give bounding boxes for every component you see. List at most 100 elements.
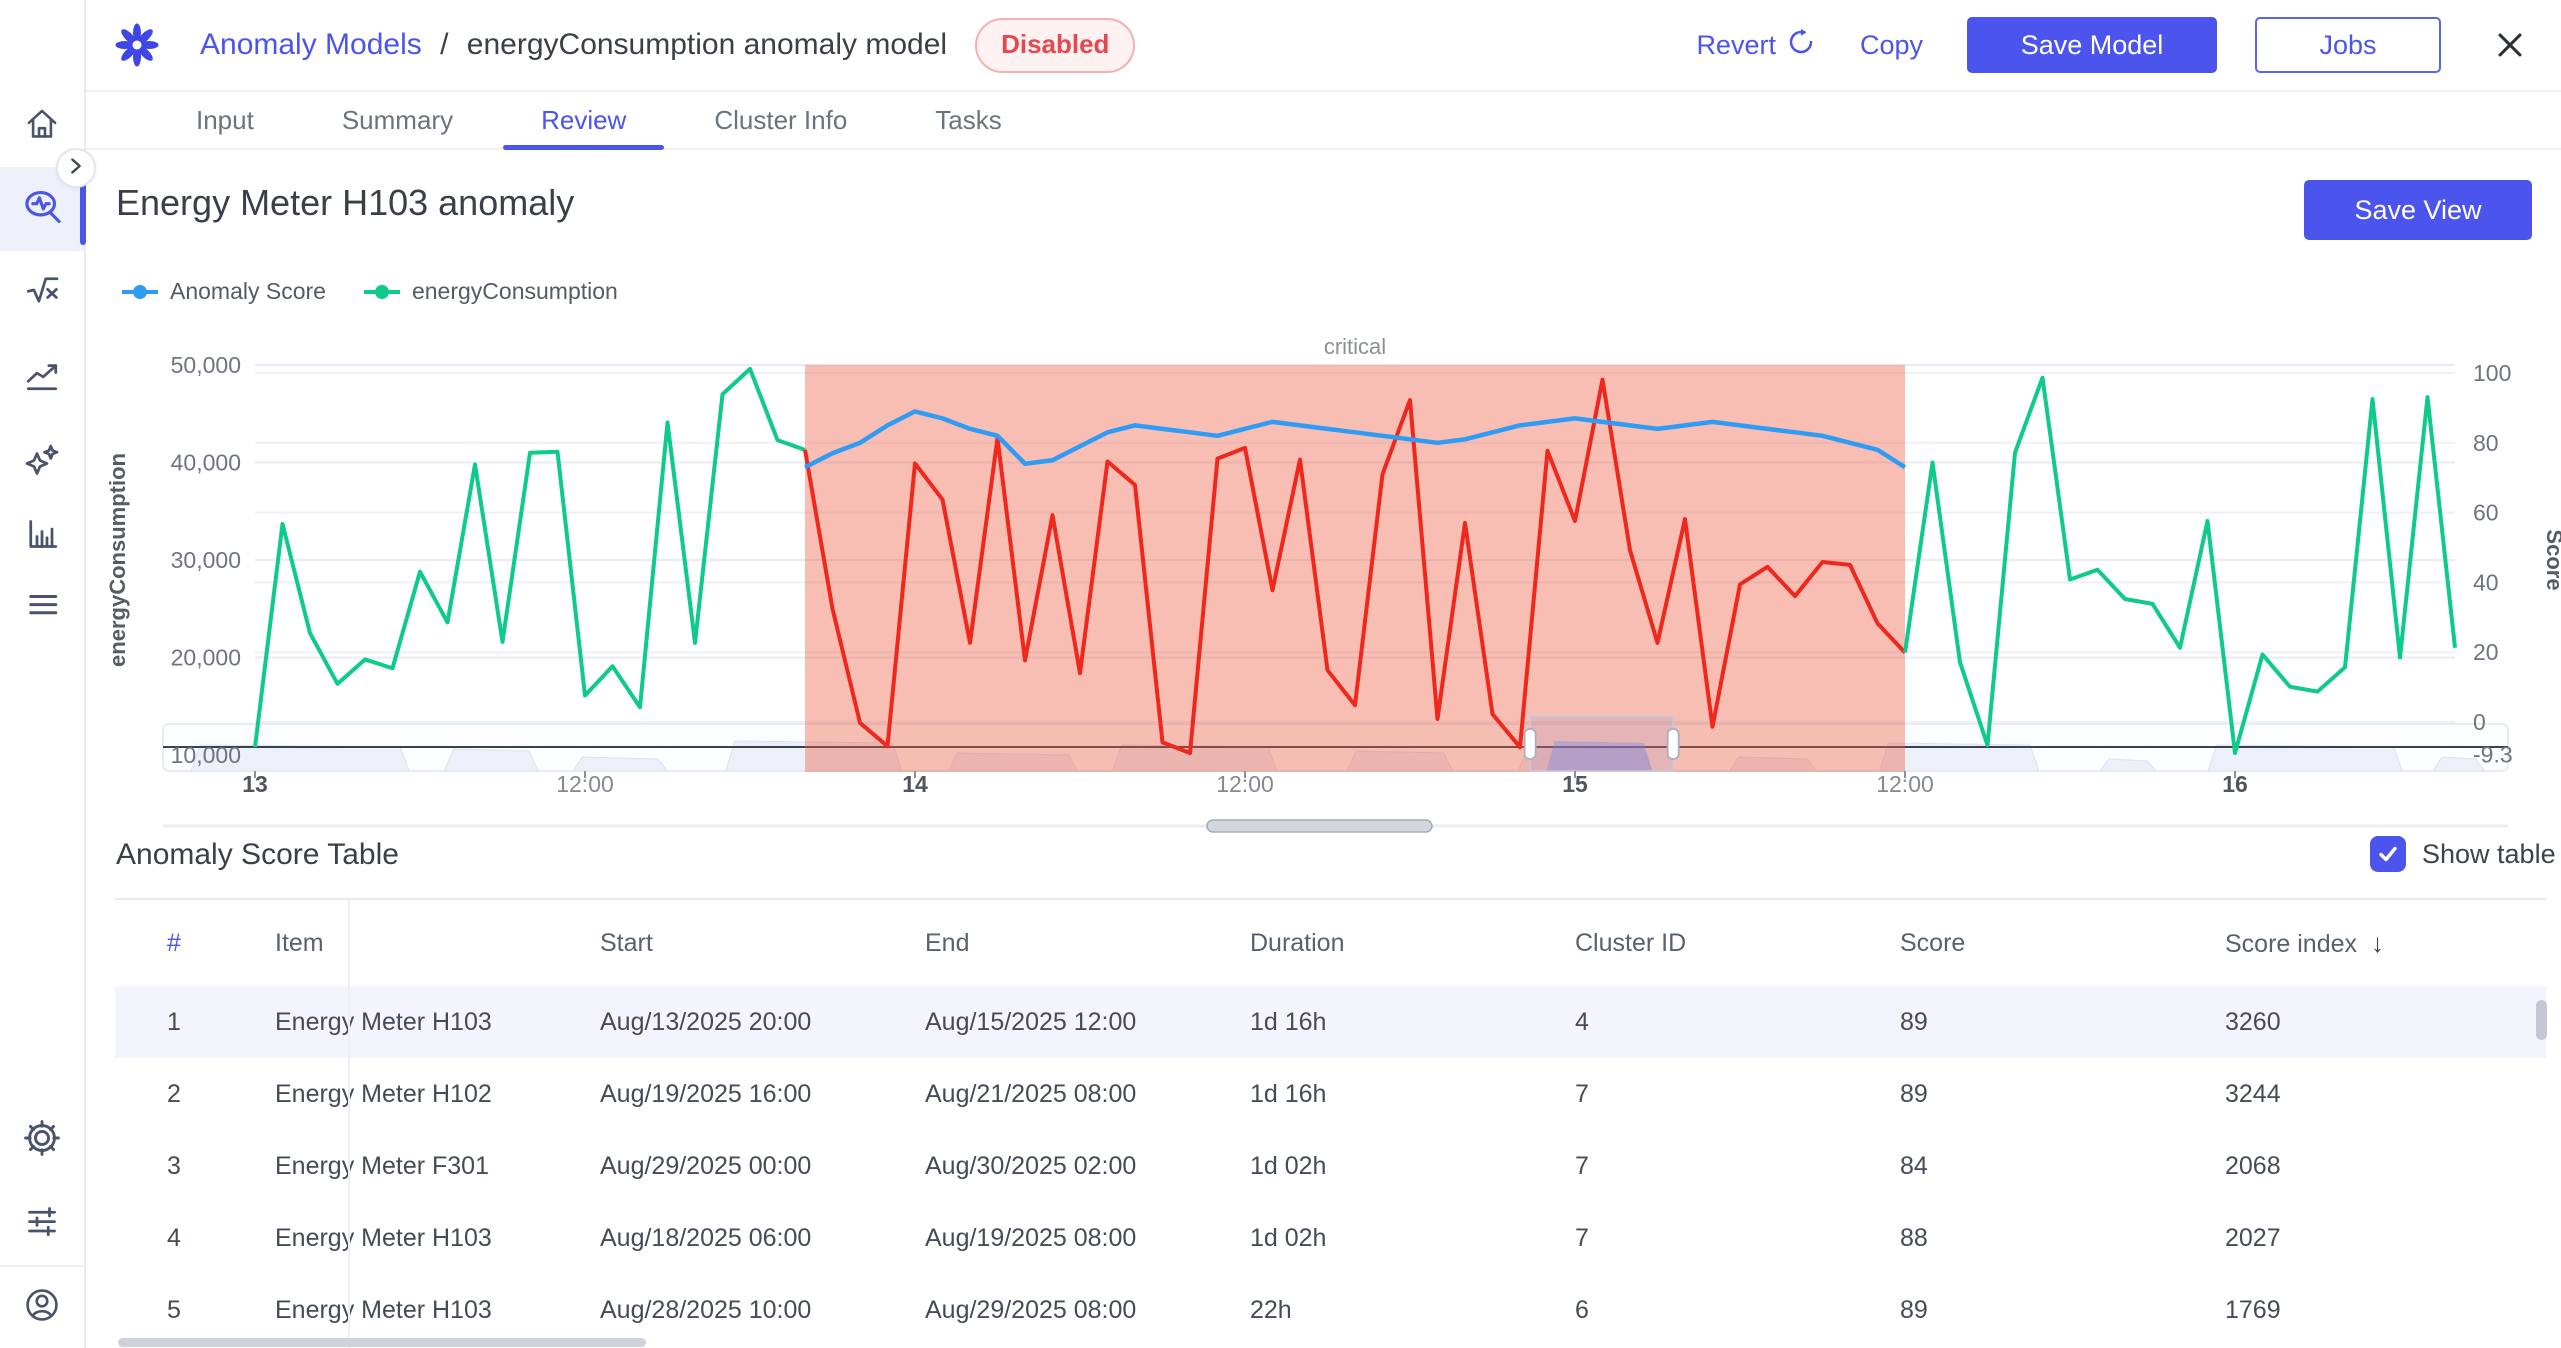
user-icon bbox=[21, 1284, 63, 1331]
svg-text:12:00: 12:00 bbox=[1216, 771, 1274, 797]
tab-tasks[interactable]: Tasks bbox=[891, 92, 1045, 148]
gear-icon bbox=[21, 1117, 63, 1164]
show-table-toggle[interactable]: Show table bbox=[2370, 836, 2556, 872]
tab-bar: InputSummaryReviewCluster InfoTasks bbox=[86, 92, 2561, 150]
anomaly-score-table: #ItemStartEndDurationCluster IDScoreScor… bbox=[115, 898, 2546, 1348]
column-header-duration[interactable]: Duration bbox=[1208, 929, 1533, 958]
status-badge: Disabled bbox=[975, 18, 1135, 73]
table-cell: Aug/18/2025 06:00 bbox=[558, 1224, 883, 1253]
table-cell: 1769 bbox=[2183, 1296, 2546, 1325]
header: Anomaly Models / energyConsumption anoma… bbox=[86, 0, 2561, 92]
table-cell: 2 bbox=[115, 1080, 233, 1109]
table-cell: Energy Meter H102 bbox=[233, 1080, 558, 1109]
legend-item[interactable]: energyConsumption bbox=[362, 278, 618, 305]
trend-chart-icon bbox=[22, 355, 62, 400]
sidebar-item-insights[interactable] bbox=[0, 431, 84, 495]
svg-text:13: 13 bbox=[242, 771, 268, 797]
revert-button[interactable]: Revert bbox=[1696, 27, 1816, 64]
table-cell: Aug/13/2025 20:00 bbox=[558, 1008, 883, 1037]
table-row[interactable]: 2Energy Meter H102Aug/19/2025 16:00Aug/2… bbox=[115, 1058, 2546, 1130]
column-header-cluster-id[interactable]: Cluster ID bbox=[1533, 929, 1858, 958]
sidebar-item-functions[interactable] bbox=[0, 260, 84, 324]
save-view-button[interactable]: Save View bbox=[2304, 180, 2532, 240]
table-cell: 1d 16h bbox=[1208, 1008, 1533, 1037]
tab-input[interactable]: Input bbox=[152, 92, 298, 148]
sidebar-item-reports[interactable] bbox=[0, 504, 84, 568]
column-header-end[interactable]: End bbox=[883, 929, 1208, 958]
show-table-checkbox[interactable] bbox=[2370, 836, 2406, 872]
svg-text:12:00: 12:00 bbox=[556, 771, 614, 797]
breadcrumb-separator: / bbox=[440, 28, 448, 61]
tab-review[interactable]: Review bbox=[497, 92, 670, 148]
legend-marker-icon bbox=[362, 284, 402, 300]
table-cell: 6 bbox=[1533, 1296, 1858, 1325]
table-cell: Aug/21/2025 08:00 bbox=[883, 1080, 1208, 1109]
copy-button[interactable]: Copy bbox=[1860, 30, 1923, 61]
column-header-score-index[interactable]: Score index↓ bbox=[2183, 928, 2546, 959]
save-model-button[interactable]: Save Model bbox=[1967, 17, 2217, 73]
svg-text:-9.3: -9.3 bbox=[2473, 741, 2513, 767]
table-vertical-scrollbar[interactable] bbox=[2536, 1000, 2547, 1040]
chart-horizontal-scrollbar[interactable] bbox=[1207, 820, 1432, 832]
page-title: Energy Meter H103 anomaly bbox=[116, 182, 574, 224]
sidebar-item-settings[interactable] bbox=[0, 1108, 84, 1172]
chart-legend: Anomaly Score energyConsumption bbox=[120, 278, 618, 305]
sidebar-item-account[interactable] bbox=[0, 1275, 84, 1339]
table-cell: Energy Meter H103 bbox=[233, 1008, 558, 1037]
column-header-item[interactable]: Item bbox=[233, 929, 558, 958]
table-cell: 89 bbox=[1858, 1296, 2183, 1325]
table-cell: Aug/30/2025 02:00 bbox=[883, 1152, 1208, 1181]
close-icon[interactable] bbox=[2493, 28, 2527, 62]
sidebar-expand-button[interactable] bbox=[56, 148, 96, 188]
column-header-start[interactable]: Start bbox=[558, 929, 883, 958]
svg-text:0: 0 bbox=[2473, 709, 2486, 735]
breadcrumb-current: energyConsumption anomaly model bbox=[467, 28, 947, 61]
table-cell: 84 bbox=[1858, 1152, 2183, 1181]
table-row[interactable]: 5Energy Meter H103Aug/28/2025 10:00Aug/2… bbox=[115, 1274, 2546, 1346]
anomaly-chart[interactable]: critical10,00020,00030,00040,00050,000en… bbox=[85, 330, 2561, 850]
table-cell: 3244 bbox=[2183, 1080, 2546, 1109]
table-cell: Energy Meter H103 bbox=[233, 1296, 558, 1325]
table-cell: 7 bbox=[1533, 1080, 1858, 1109]
sidebar bbox=[0, 0, 86, 1348]
breadcrumb-link[interactable]: Anomaly Models bbox=[200, 28, 422, 61]
sidebar-item-trends[interactable] bbox=[0, 345, 84, 409]
table-cell: 7 bbox=[1533, 1224, 1858, 1253]
sqrt-icon bbox=[22, 270, 62, 315]
table-cell: 88 bbox=[1858, 1224, 2183, 1253]
table-cell: 22h bbox=[1208, 1296, 1533, 1325]
svg-text:Score: Score bbox=[2542, 529, 2561, 590]
table-cell: Aug/19/2025 08:00 bbox=[883, 1224, 1208, 1253]
table-cell: 5 bbox=[115, 1296, 233, 1325]
chevron-right-icon bbox=[65, 155, 87, 182]
table-cell: Aug/29/2025 00:00 bbox=[558, 1152, 883, 1181]
table-cell: Energy Meter F301 bbox=[233, 1152, 558, 1181]
column-header-score[interactable]: Score bbox=[1858, 929, 2183, 958]
table-cell: Aug/19/2025 16:00 bbox=[558, 1080, 883, 1109]
table-row[interactable]: 3Energy Meter F301Aug/29/2025 00:00Aug/3… bbox=[115, 1130, 2546, 1202]
tab-summary[interactable]: Summary bbox=[298, 92, 497, 148]
sidebar-item-menu[interactable] bbox=[0, 574, 84, 638]
svg-text:12:00: 12:00 bbox=[1876, 771, 1934, 797]
sort-desc-icon[interactable]: ↓ bbox=[2371, 928, 2384, 958]
table-cell: 3 bbox=[115, 1152, 233, 1181]
check-icon bbox=[2376, 842, 2400, 866]
tab-cluster-info[interactable]: Cluster Info bbox=[670, 92, 891, 148]
column-header--[interactable]: # bbox=[115, 929, 233, 958]
table-cell: 1 bbox=[115, 1008, 233, 1037]
svg-text:100: 100 bbox=[2473, 360, 2511, 386]
table-row[interactable]: 4Energy Meter H103Aug/18/2025 06:00Aug/1… bbox=[115, 1202, 2546, 1274]
legend-label: Anomaly Score bbox=[170, 278, 326, 305]
table-cell: 4 bbox=[115, 1224, 233, 1253]
legend-marker-icon bbox=[120, 284, 160, 300]
table-cell: 1d 16h bbox=[1208, 1080, 1533, 1109]
table-row[interactable]: 1Energy Meter H103Aug/13/2025 20:00Aug/1… bbox=[115, 986, 2546, 1058]
sidebar-divider bbox=[0, 1265, 86, 1267]
table-horizontal-scrollbar[interactable] bbox=[118, 1338, 646, 1347]
legend-item[interactable]: Anomaly Score bbox=[120, 278, 326, 305]
revert-icon bbox=[1786, 27, 1816, 64]
svg-text:40: 40 bbox=[2473, 569, 2499, 595]
jobs-button[interactable]: Jobs bbox=[2255, 17, 2441, 73]
sidebar-item-preferences[interactable] bbox=[0, 1191, 84, 1255]
svg-text:60: 60 bbox=[2473, 500, 2499, 526]
